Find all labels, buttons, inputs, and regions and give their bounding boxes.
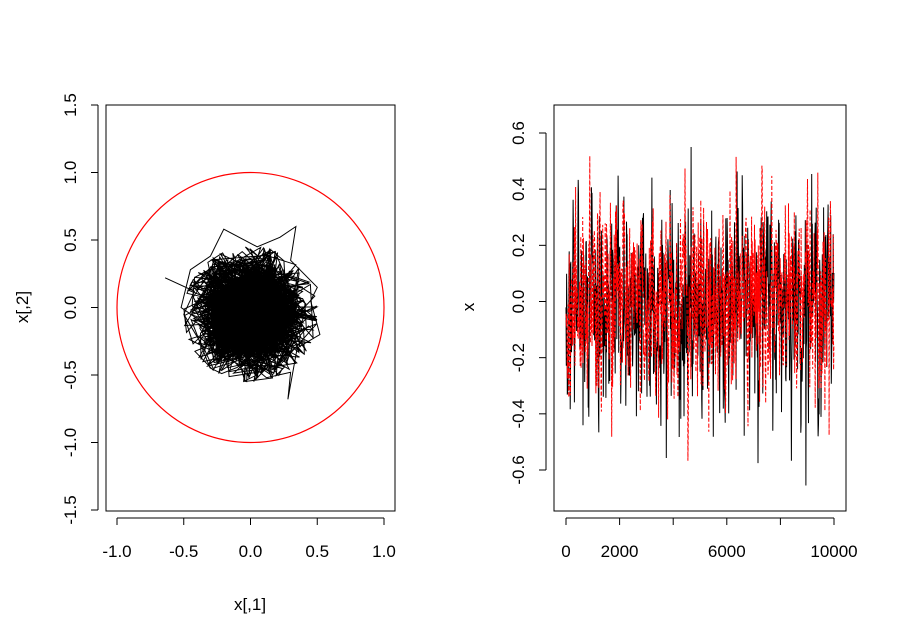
left-y-tick-label: -1.5 <box>61 495 80 524</box>
right-x-tick-label: 2000 <box>601 542 639 561</box>
right-x-tick-label: 0 <box>561 542 570 561</box>
left-x-tick-label: 1.0 <box>372 542 396 561</box>
left-x-axis: -1.0 -0.5 0.0 0.5 1.0 <box>102 517 396 561</box>
right-panel: 0 2000 6000 10000 -0.6-0.4-0.20.00.20.40.6 … <box>459 104 858 561</box>
left-y-tick-label: 1.0 <box>61 161 80 185</box>
left-x-tick-label: -1.0 <box>102 542 131 561</box>
right-y-tick-label: -0.2 <box>509 343 528 372</box>
left-x-tick-label: -0.5 <box>169 542 198 561</box>
right-x-tick-label: 6000 <box>708 542 746 561</box>
right-x-tick-label: 10000 <box>810 542 857 561</box>
left-y-axis-label: x[,2] <box>13 291 32 323</box>
figure: -1.0 -0.5 0.0 0.5 1.0 -1.5 -1.0 -0.5 0.0 0.5 1.0 1… <box>13 93 858 614</box>
right-x-axis: 0 2000 6000 10000 <box>561 517 858 561</box>
left-y-tick-label: 1.5 <box>61 93 80 117</box>
left-y-axis: -1.5 -1.0 -0.5 0.0 0.5 1.0 1.5 <box>61 93 99 525</box>
right-y-tick-label: 0.4 <box>509 177 528 201</box>
right-y-tick-label: 0.6 <box>509 121 528 145</box>
left-y-tick-label: -1.0 <box>61 428 80 457</box>
right-y-tick-label: 0.0 <box>509 290 528 314</box>
right-y-axis: -0.6 -0.4 -0.2 0.0 0.2 0.4 0.6 <box>509 121 547 485</box>
left-y-tick-label: 0.0 <box>61 296 80 320</box>
left-y-tick-label: 0.5 <box>61 228 80 252</box>
left-x-tick-label: 0.0 <box>239 542 263 561</box>
left-data-layer <box>116 171 385 444</box>
trajectory-core <box>210 279 291 350</box>
left-x-tick-label: 0.5 <box>305 542 329 561</box>
left-panel: -1.0 -0.5 0.0 0.5 1.0 -1.5 -1.0 -0.5 0.0 0.5 1.0 1… <box>13 93 396 614</box>
right-y-tick-label: 0.2 <box>509 234 528 258</box>
right-y-tick-label: -0.4 <box>509 399 528 428</box>
right-data-layer <box>565 146 835 486</box>
right-y-axis-label: x <box>459 302 478 311</box>
right-y-tick-label: -0.6 <box>509 455 528 484</box>
left-x-axis-label: x[,1] <box>234 595 266 614</box>
left-y-tick-label: -0.5 <box>61 360 80 389</box>
